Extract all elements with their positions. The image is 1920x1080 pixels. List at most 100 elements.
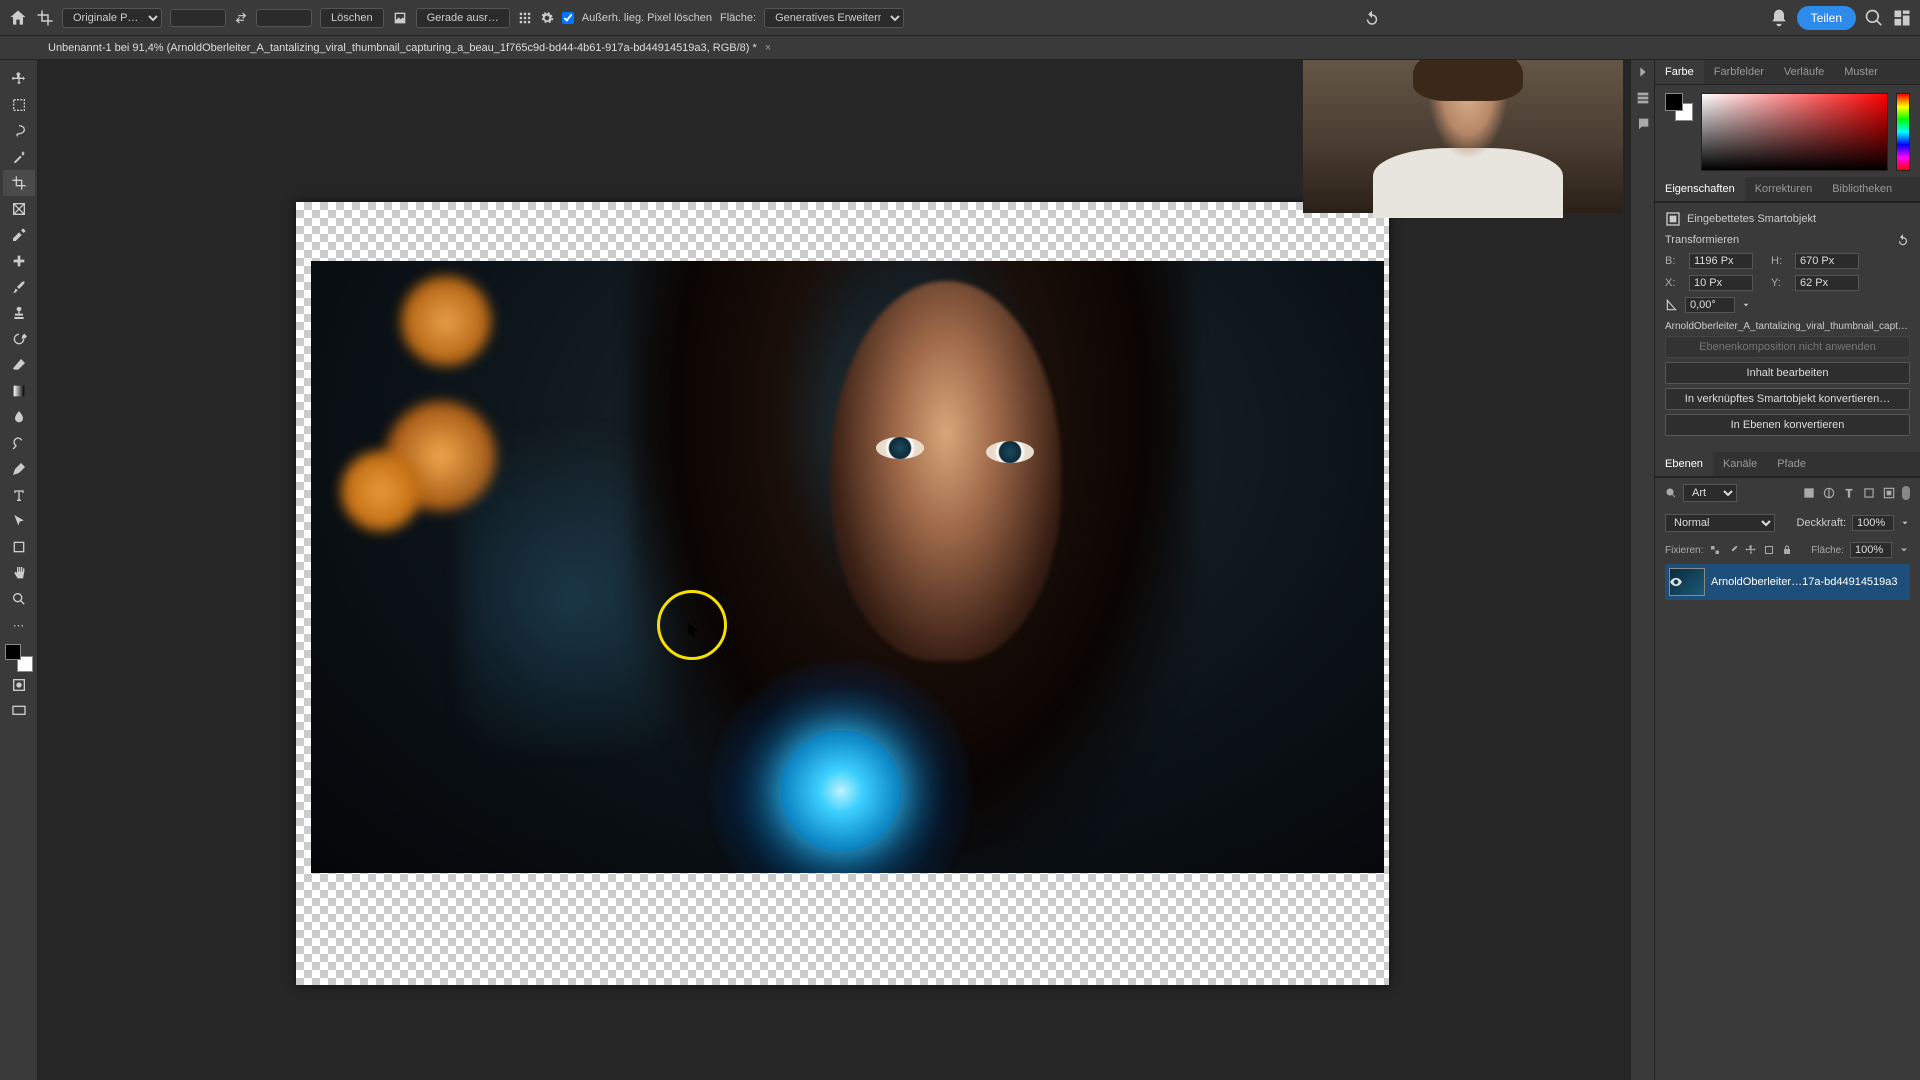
delete-cropped-checkbox[interactable] — [562, 12, 574, 24]
crop-height-input[interactable] — [256, 9, 312, 27]
opacity-input[interactable] — [1852, 515, 1894, 531]
properties-panel: Eingebettetes Smartobjekt Transformieren… — [1655, 202, 1920, 452]
tab-patterns[interactable]: Muster — [1834, 60, 1888, 84]
canvas-area[interactable] — [38, 60, 1630, 1080]
gradient-tool[interactable] — [3, 378, 35, 404]
layer-row[interactable]: ArnoldOberleiter…17a-bd44914519a3 — [1665, 564, 1910, 600]
image-icon[interactable] — [392, 9, 408, 27]
tab-channels[interactable]: Kanäle — [1713, 452, 1767, 476]
marquee-tool[interactable] — [3, 92, 35, 118]
hand-tool[interactable] — [3, 560, 35, 586]
pen-tool[interactable] — [3, 456, 35, 482]
filter-toggle[interactable] — [1902, 486, 1910, 500]
reset-icon[interactable] — [1363, 9, 1381, 27]
close-tab-icon[interactable]: × — [765, 42, 771, 54]
tab-swatches[interactable]: Farbfelder — [1704, 60, 1774, 84]
image-layer[interactable] — [311, 261, 1384, 873]
color-swatch-pair[interactable] — [1665, 93, 1693, 121]
blur-tool[interactable] — [3, 404, 35, 430]
tab-libraries[interactable]: Bibliotheken — [1822, 177, 1902, 201]
share-button[interactable]: Teilen — [1797, 6, 1856, 30]
height-input[interactable] — [1795, 253, 1859, 269]
transform-section-label: Transformieren — [1665, 234, 1739, 246]
lock-artboard-icon[interactable] — [1763, 544, 1775, 556]
filter-adjust-icon[interactable] — [1822, 486, 1836, 500]
home-icon[interactable] — [8, 8, 28, 28]
webcam-overlay — [1303, 60, 1623, 213]
comments-panel-icon[interactable] — [1635, 116, 1651, 132]
layer-search-icon[interactable] — [1665, 487, 1677, 499]
angle-dropdown-icon[interactable] — [1741, 300, 1751, 310]
angle-input[interactable] — [1685, 297, 1735, 313]
crop-tool[interactable] — [3, 170, 35, 196]
fill-mode-dropdown[interactable]: Generatives Erweitern — [764, 8, 904, 28]
x-input[interactable] — [1689, 275, 1753, 291]
wand-tool[interactable] — [3, 144, 35, 170]
tab-properties[interactable]: Eigenschaften — [1655, 177, 1745, 201]
blend-mode-dropdown[interactable]: Normal — [1665, 514, 1775, 532]
artboard[interactable] — [296, 202, 1389, 985]
type-tool[interactable] — [3, 482, 35, 508]
history-brush-tool[interactable] — [3, 326, 35, 352]
angle-icon — [1665, 298, 1679, 312]
search-icon[interactable] — [1864, 8, 1884, 28]
collapse-icon[interactable] — [1635, 64, 1651, 80]
convert-layers-button[interactable]: In Ebenen konvertieren — [1665, 414, 1910, 436]
brush-tool[interactable] — [3, 274, 35, 300]
edit-toolbar-icon[interactable]: ⋯ — [3, 612, 35, 638]
lock-transparency-icon[interactable] — [1709, 544, 1721, 556]
lock-paint-icon[interactable] — [1727, 544, 1739, 556]
color-field[interactable] — [1701, 93, 1888, 171]
filter-type-icon[interactable] — [1842, 486, 1856, 500]
filter-pixel-icon[interactable] — [1802, 486, 1816, 500]
layer-name-label[interactable]: ArnoldOberleiter…17a-bd44914519a3 — [1711, 576, 1906, 588]
stamp-tool[interactable] — [3, 300, 35, 326]
tab-layers[interactable]: Ebenen — [1655, 452, 1713, 476]
eyedropper-tool[interactable] — [3, 222, 35, 248]
opacity-dropdown-icon[interactable] — [1900, 518, 1910, 528]
crop-icon[interactable] — [36, 9, 54, 27]
width-input[interactable] — [1689, 253, 1753, 269]
healing-tool[interactable] — [3, 248, 35, 274]
lock-position-icon[interactable] — [1745, 544, 1757, 556]
convert-linked-button[interactable]: In verknüpftes Smartobjekt konvertieren… — [1665, 388, 1910, 410]
document-title[interactable]: Unbenannt-1 bei 91,4% (ArnoldOberleiter_… — [48, 42, 757, 54]
layer-visibility-icon[interactable] — [1669, 575, 1683, 589]
straighten-button[interactable]: Gerade ausr… — [416, 8, 510, 28]
zoom-tool[interactable] — [3, 586, 35, 612]
tab-color[interactable]: Farbe — [1655, 60, 1704, 84]
delete-button[interactable]: Löschen — [320, 8, 384, 28]
edit-contents-button[interactable]: Inhalt bearbeiten — [1665, 362, 1910, 384]
filter-shape-icon[interactable] — [1862, 486, 1876, 500]
quick-mask-icon[interactable] — [3, 672, 35, 698]
fill-dropdown-icon[interactable] — [1898, 544, 1910, 556]
reset-transform-icon[interactable] — [1896, 233, 1910, 247]
screen-mode-icon[interactable] — [3, 698, 35, 724]
fill-opacity-input[interactable] — [1850, 542, 1892, 558]
move-tool[interactable] — [3, 66, 35, 92]
gear-icon[interactable] — [540, 9, 554, 27]
frame-tool[interactable] — [3, 196, 35, 222]
grid-icon[interactable] — [518, 9, 532, 27]
history-panel-icon[interactable] — [1635, 90, 1651, 106]
eraser-tool[interactable] — [3, 352, 35, 378]
tab-adjustments[interactable]: Korrekturen — [1745, 177, 1822, 201]
shape-tool[interactable] — [3, 534, 35, 560]
notification-icon[interactable] — [1769, 8, 1789, 28]
y-input[interactable] — [1795, 275, 1859, 291]
tab-paths[interactable]: Pfade — [1767, 452, 1816, 476]
lasso-tool[interactable] — [3, 118, 35, 144]
tab-gradients[interactable]: Verläufe — [1774, 60, 1834, 84]
path-select-tool[interactable] — [3, 508, 35, 534]
filter-smart-icon[interactable] — [1882, 486, 1896, 500]
crop-preset-dropdown[interactable]: Originale P… — [62, 8, 162, 28]
layer-comp-dropdown[interactable]: Ebenenkomposition nicht anwenden — [1665, 336, 1910, 358]
foreground-background-swatch[interactable] — [5, 644, 33, 672]
hue-slider[interactable] — [1896, 93, 1910, 171]
dodge-tool[interactable] — [3, 430, 35, 456]
crop-width-input[interactable] — [170, 9, 226, 27]
layer-filter-dropdown[interactable]: Art — [1683, 484, 1737, 502]
swap-dimensions-icon[interactable] — [234, 11, 248, 25]
workspace-icon[interactable] — [1892, 8, 1912, 28]
lock-all-icon[interactable] — [1781, 544, 1793, 556]
